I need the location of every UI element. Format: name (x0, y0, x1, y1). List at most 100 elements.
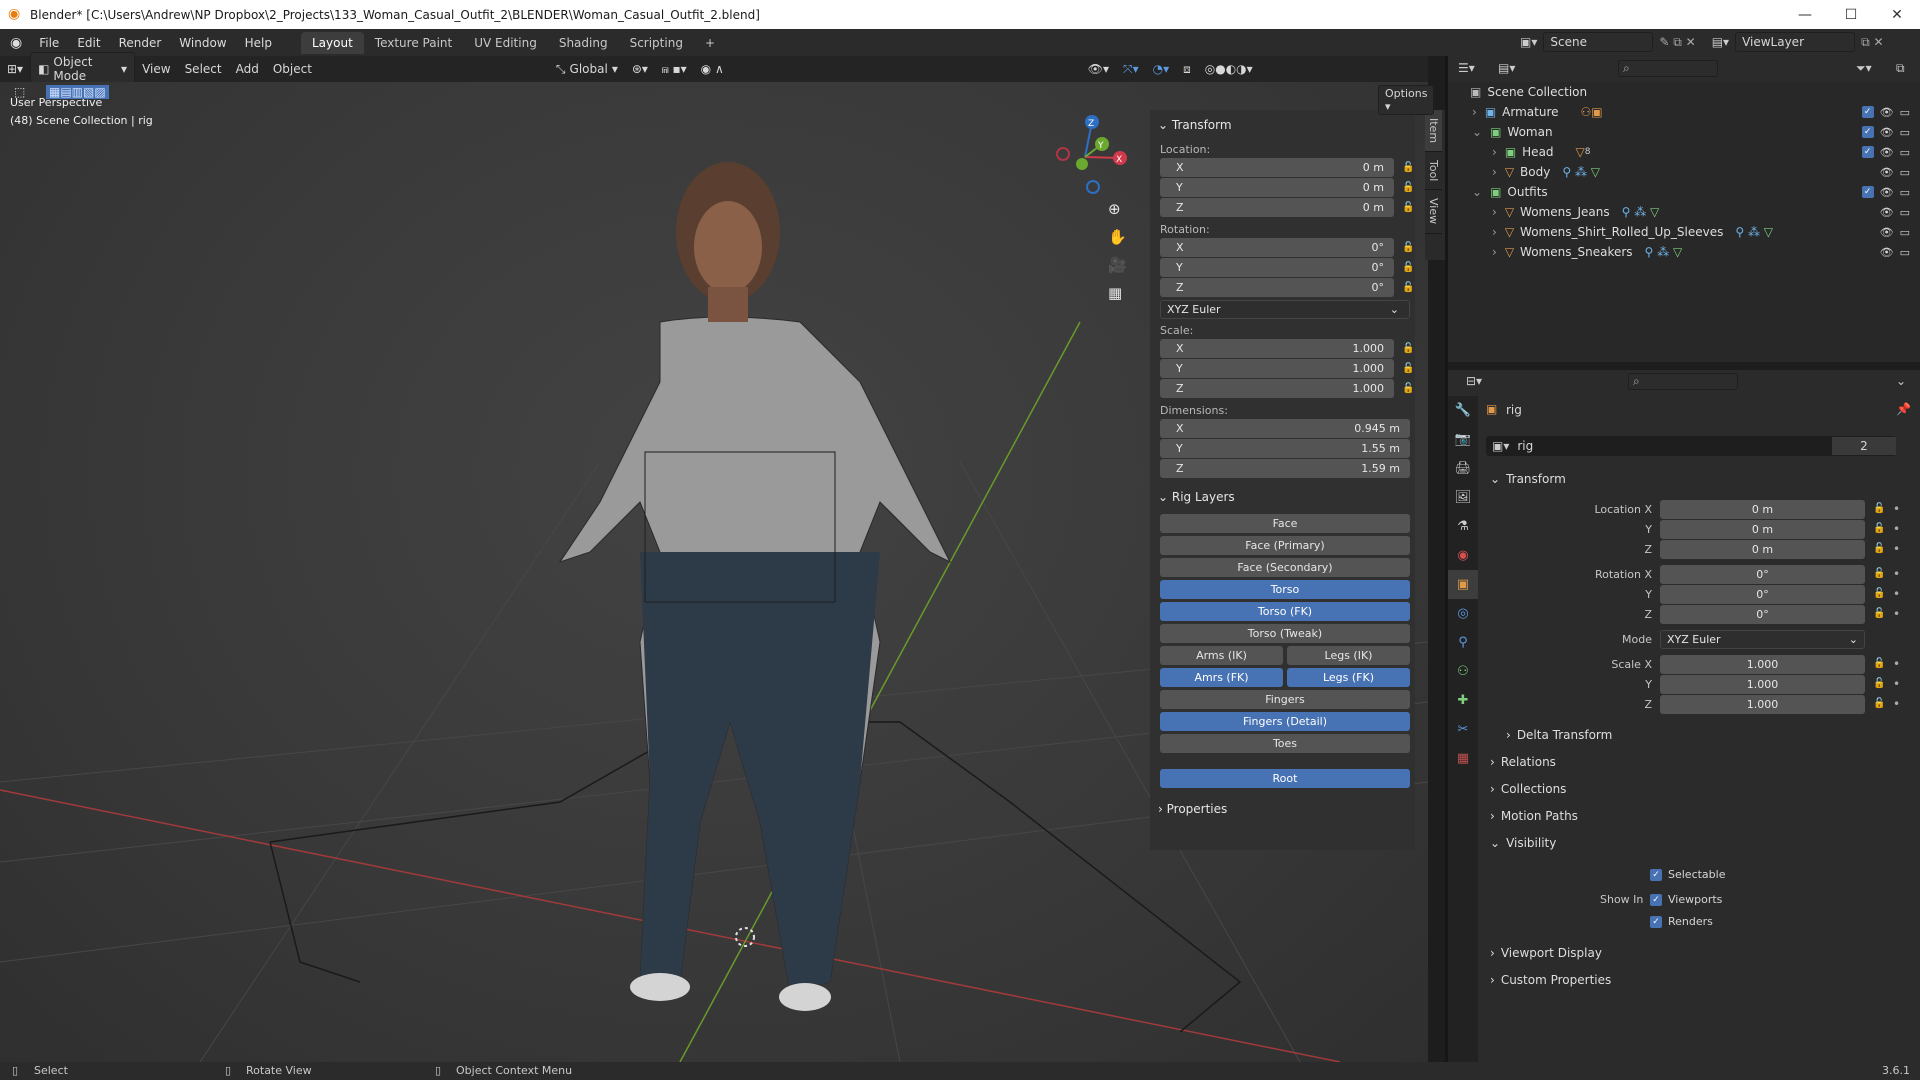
object-name-field[interactable]: ▣▾ rig 2 (1486, 436, 1896, 456)
eye-icon[interactable]: 👁 (1880, 106, 1894, 119)
eye-icon[interactable]: 👁 (1880, 186, 1894, 199)
monitor-icon[interactable]: ▭ (1900, 226, 1910, 239)
camera-icon[interactable]: 🎥 (1108, 256, 1127, 274)
keyframe-dot-icon[interactable]: • (1893, 587, 1900, 601)
keyframe-dot-icon[interactable]: • (1893, 567, 1900, 581)
properties-panel-header[interactable]: › Properties (1150, 798, 1415, 820)
overlay-toggle-icon[interactable]: ◔▾ (1146, 60, 1177, 78)
rotation-y-field[interactable]: 0° (1660, 584, 1865, 604)
rig-layer-face-primary-button[interactable]: Face (Primary) (1160, 536, 1410, 555)
rotation-z-field[interactable]: Z 0° (1160, 278, 1394, 297)
rig-layer-torso-button[interactable]: Torso (1160, 580, 1410, 599)
motion-paths-header[interactable]: › Motion Paths (1490, 805, 1910, 827)
monitor-icon[interactable]: ▭ (1900, 186, 1910, 199)
menu-select[interactable]: Select (178, 60, 229, 78)
expand-icon[interactable]: › (1472, 105, 1477, 119)
mode-selector[interactable]: ◧ Object Mode ▾ (30, 52, 136, 86)
expand-icon[interactable]: › (1492, 225, 1497, 239)
eye-icon[interactable]: 👁 (1880, 206, 1894, 219)
eye-icon[interactable]: 👁 (1880, 126, 1894, 139)
checkbox-icon[interactable]: ✓ (1861, 125, 1874, 138)
outliner-row-armature[interactable]: › ▣ Armature ⚇▣ ✓ 👁 ▭ (1448, 102, 1920, 122)
monitor-icon[interactable]: ▭ (1900, 146, 1910, 159)
lock-icon[interactable]: 🔓 (1402, 383, 1415, 395)
renders-checkbox-row[interactable]: ✓ Renders (1650, 915, 1713, 928)
lock-icon[interactable]: 🔓 (1873, 503, 1887, 515)
location-y-field[interactable]: 0 m (1660, 519, 1865, 539)
select-tool-icon[interactable]: ⬚ (14, 85, 25, 99)
viewlayer-selector[interactable]: ViewLayer (1735, 32, 1856, 52)
rig-layer-torso-fk-button[interactable]: Torso (FK) (1160, 602, 1410, 621)
world-icon[interactable]: ◉ (1448, 541, 1478, 570)
rig-layer-fingers-button[interactable]: Fingers (1160, 690, 1410, 709)
checkbox-icon[interactable]: ✓ (1861, 145, 1874, 158)
object-browse-icon[interactable]: ▣▾ (1492, 439, 1509, 453)
lock-icon[interactable]: 🔓 (1873, 568, 1887, 580)
tab-layout[interactable]: Layout (300, 31, 364, 54)
zoom-icon[interactable]: ⊕ (1108, 200, 1127, 218)
select-mode-icons[interactable]: ▦▤▥▧▨ (46, 85, 109, 99)
lock-icon[interactable]: 🔓 (1873, 523, 1887, 535)
outliner-row-head[interactable]: › ▣ Head ▽ 8 ✓ 👁 ▭ (1448, 142, 1920, 162)
outliner-row-scene-collection[interactable]: ▣ Scene Collection (1448, 82, 1920, 102)
delta-transform-header[interactable]: › Delta Transform (1506, 724, 1920, 746)
transform-panel-header[interactable]: ⌄ Transform (1150, 114, 1415, 136)
lock-icon[interactable]: 🔓 (1402, 282, 1415, 294)
scale-z-field[interactable]: 1.000 (1660, 694, 1865, 714)
rig-layer-legs-ik-button[interactable]: Legs (IK) (1287, 646, 1410, 665)
blender-menu-icon[interactable]: ◉ (10, 35, 22, 51)
scale-x-field[interactable]: 1.000 (1660, 654, 1865, 674)
viewports-checkbox-row[interactable]: ✓ Viewports (1650, 893, 1722, 906)
expand-icon[interactable]: › (1492, 205, 1497, 219)
monitor-icon[interactable]: ▭ (1900, 126, 1910, 139)
expand-icon[interactable]: › (1492, 245, 1497, 259)
expand-icon[interactable]: › (1492, 145, 1497, 159)
proportional-edit-icon[interactable]: ◉ ∧ (694, 60, 731, 78)
scene-selector[interactable]: Scene (1543, 32, 1654, 52)
user-count[interactable]: 2 (1832, 437, 1896, 455)
tab-shading[interactable]: Shading (548, 32, 619, 54)
shading-modes-icon[interactable]: ◎●◐◑▾ (1198, 60, 1260, 78)
rig-layers-panel-header[interactable]: ⌄ Rig Layers (1150, 486, 1415, 508)
constraints-icon[interactable]: ⚲ (1448, 628, 1478, 657)
rotation-mode-select[interactable]: XYZ Euler ⌄ (1160, 300, 1410, 319)
rotation-z-field[interactable]: 0° (1660, 604, 1865, 624)
menu-render[interactable]: Render (110, 36, 171, 50)
object-props-icon[interactable]: ▣ (1448, 570, 1478, 599)
monitor-icon[interactable]: ▭ (1900, 166, 1910, 179)
transform-section-header[interactable]: ⌄ Transform (1490, 468, 1910, 490)
dimensions-z-field[interactable]: Z 1.59 m (1160, 459, 1410, 478)
eye-icon[interactable]: 👁 (1880, 166, 1894, 179)
monitor-icon[interactable]: ▭ (1900, 106, 1910, 119)
viewport-display-header[interactable]: › Viewport Display (1490, 942, 1910, 964)
scale-x-field[interactable]: X 1.000 (1160, 339, 1394, 358)
selectable-checkbox-row[interactable]: ✓ Selectable (1650, 868, 1725, 881)
checkbox-icon[interactable]: ✓ (1861, 105, 1874, 118)
tab-scripting[interactable]: Scripting (619, 32, 694, 54)
rig-layer-torso-tweak-button[interactable]: Torso (Tweak) (1160, 624, 1410, 643)
scene-props-icon[interactable]: ⚗ (1448, 512, 1478, 541)
gizmo-neg-z-icon[interactable] (1086, 180, 1100, 194)
maximize-button[interactable]: ☐ (1828, 0, 1874, 29)
menu-view[interactable]: View (135, 60, 177, 78)
output-icon[interactable]: 🖨 (1448, 454, 1478, 483)
dimensions-x-field[interactable]: X 0.945 m (1160, 419, 1410, 438)
location-y-field[interactable]: Y 0 m (1160, 178, 1394, 197)
outliner-search-input[interactable]: ⌕ (1618, 60, 1718, 77)
tab-view[interactable]: View (1425, 190, 1442, 234)
lock-icon[interactable]: 🔓 (1873, 658, 1887, 670)
monitor-icon[interactable]: ▭ (1900, 206, 1910, 219)
filter-icon[interactable]: ⏷▾ (1856, 61, 1872, 76)
outliner-row-body[interactable]: › ▽ Body ⚲ ⁂ ▽ 👁 ▭ (1448, 162, 1920, 182)
tab-item[interactable]: Item (1425, 110, 1442, 153)
bone-constraint-icon[interactable]: ✂ (1448, 715, 1478, 744)
new-collection-icon[interactable]: ⧉ (1896, 61, 1905, 76)
expand-icon[interactable]: › (1492, 165, 1497, 179)
eye-icon[interactable]: 👁 (1880, 226, 1894, 239)
menu-window[interactable]: Window (170, 36, 235, 50)
snap-icon[interactable]: ⩎ ▪▾ (655, 60, 694, 79)
visibility-icon[interactable]: 👁▾ (1081, 60, 1116, 78)
collections-header[interactable]: › Collections (1490, 778, 1910, 800)
rig-layer-root-button[interactable]: Root (1160, 769, 1410, 788)
checkbox-icon[interactable]: ✓ (1861, 185, 1874, 198)
